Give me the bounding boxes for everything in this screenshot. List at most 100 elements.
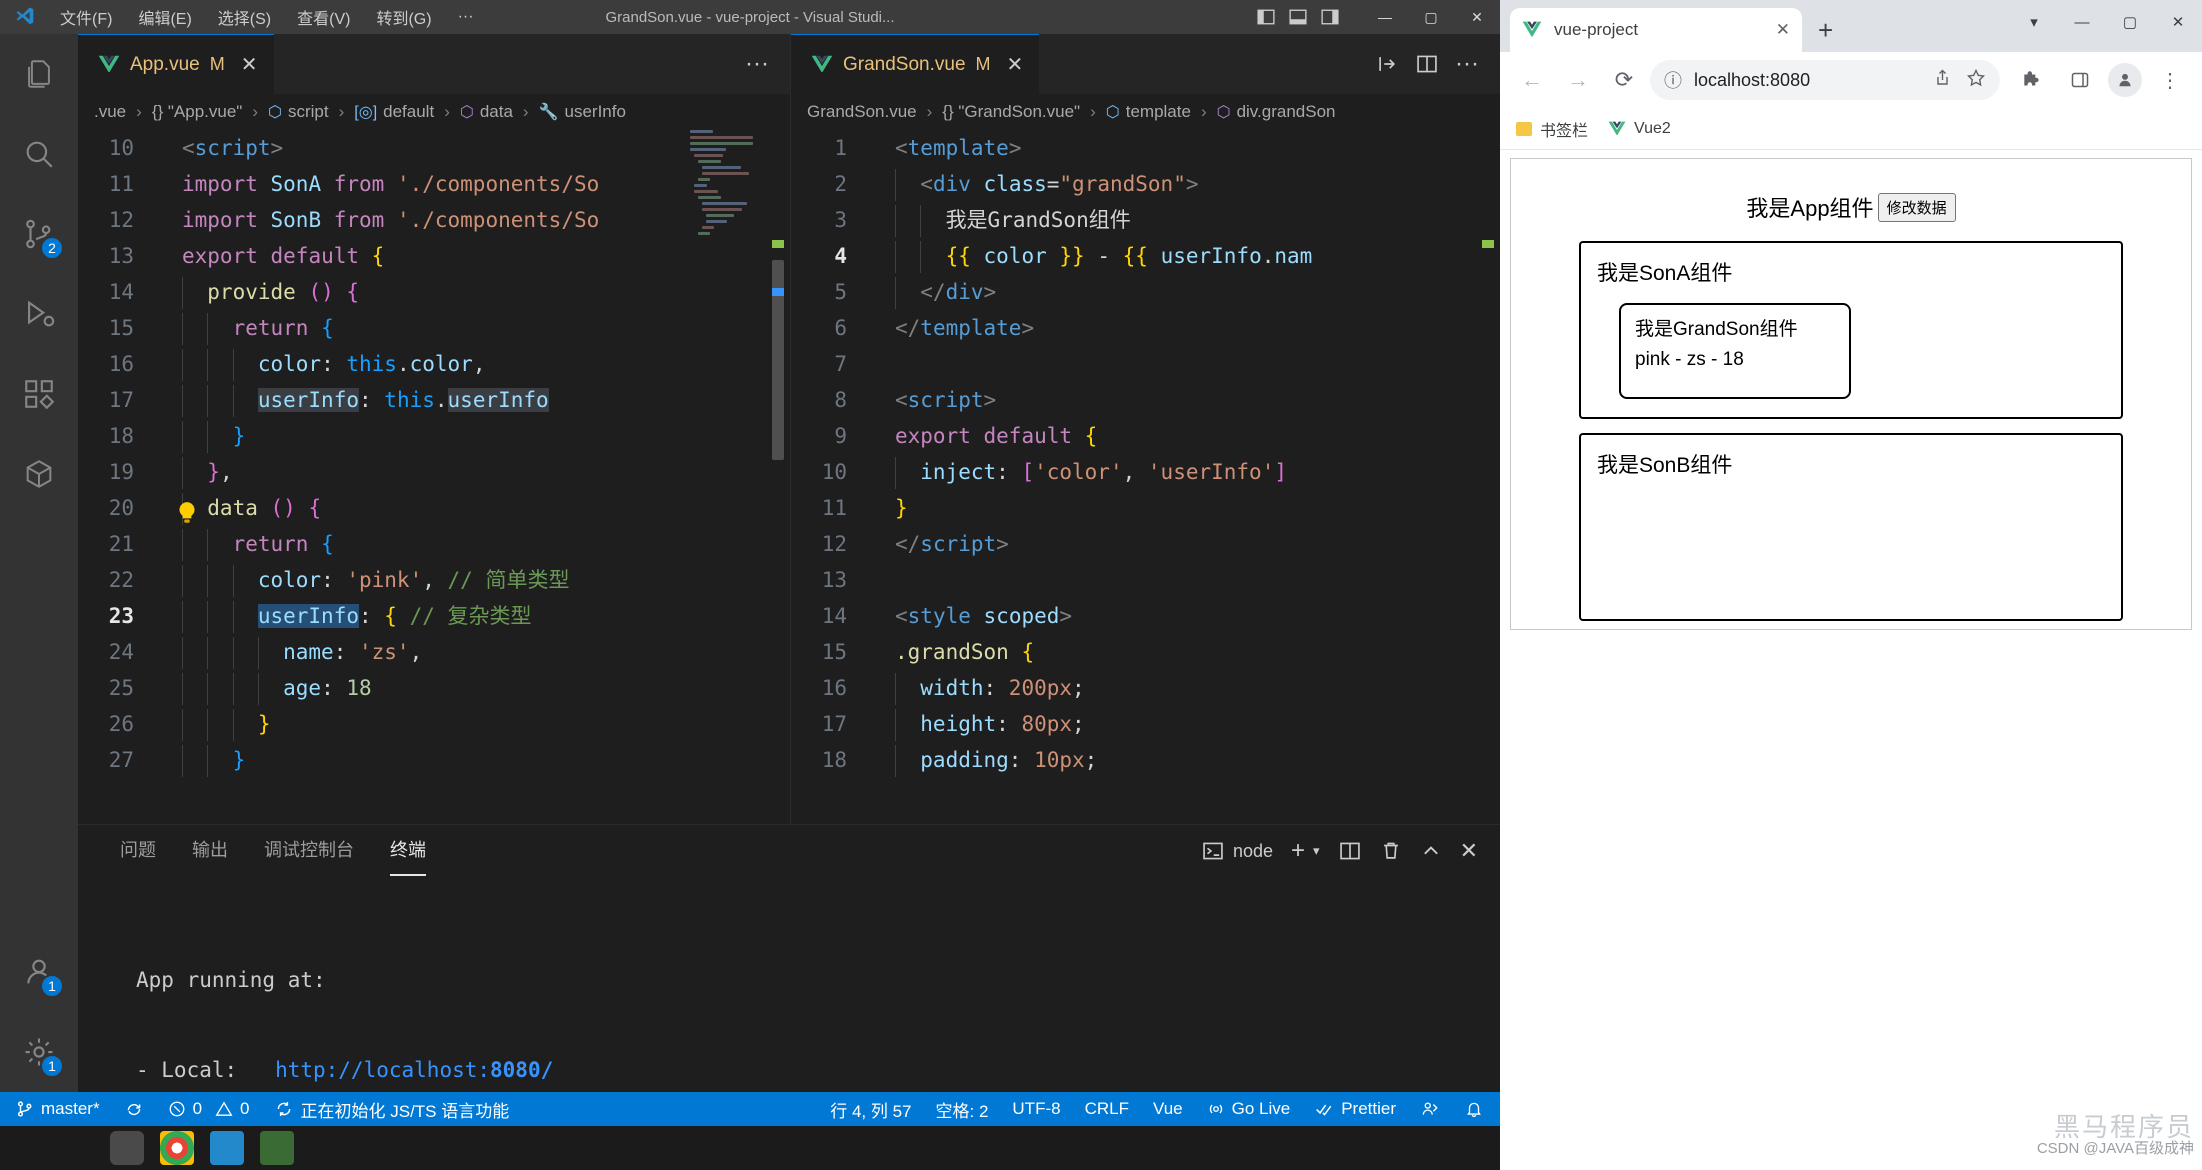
window-minimize-button[interactable]: — xyxy=(1362,0,1408,34)
split-editor-vertical-icon[interactable] xyxy=(1372,49,1402,79)
forward-button[interactable]: → xyxy=(1558,60,1598,100)
code-line[interactable]: 17 userInfo: this.userInfo xyxy=(78,382,790,418)
breadcrumb-file[interactable]: GrandSon.vue xyxy=(807,102,917,122)
menu-go[interactable]: 转到(G) xyxy=(364,2,443,32)
code-line[interactable]: 12 </script> xyxy=(791,526,1500,562)
code-line[interactable]: 17 height: 80px; xyxy=(791,706,1500,742)
panel-close-button[interactable]: ✕ xyxy=(1460,838,1478,864)
code-line[interactable]: 12 import SonB from './components/So xyxy=(78,202,790,238)
terminal-new-button[interactable]: + ▾ xyxy=(1291,837,1320,865)
browser-menu-icon[interactable]: ⋮ xyxy=(2150,60,2190,100)
browser-minimize-button[interactable]: — xyxy=(2058,0,2106,44)
browser-tab-vue-project[interactable]: vue-project ✕ xyxy=(1510,8,1802,52)
activity-extensions[interactable] xyxy=(0,354,78,434)
tab-close-icon[interactable]: ✕ xyxy=(241,55,258,75)
browser-maximize-button[interactable]: ▢ xyxy=(2106,0,2154,44)
side-panel-icon[interactable] xyxy=(2060,60,2100,100)
breadcrumb-symbol-root[interactable]: {} "GrandSon.vue" xyxy=(942,102,1080,122)
breadcrumb-symbol-root[interactable]: {} "App.vue" xyxy=(152,102,243,122)
bookmark-vue2[interactable]: Vue2 xyxy=(1608,120,1671,138)
code-line[interactable]: 21 return { xyxy=(78,526,790,562)
code-editor-grandson-vue[interactable]: 1 <template> 2 <div class="grandSon"> 3 我是Gra… xyxy=(791,130,1500,824)
breadcrumb-data[interactable]: data xyxy=(480,102,513,122)
code-line[interactable]: 19}, xyxy=(78,454,790,490)
panel-collapse-button[interactable] xyxy=(1420,840,1442,862)
scrollbar-left[interactable] xyxy=(770,130,786,824)
breadcrumb-left[interactable]: .vue › {} "App.vue" › ⬡ script › [◎] def… xyxy=(78,94,790,130)
profile-avatar-icon[interactable] xyxy=(2108,63,2142,97)
toggle-primary-sidebar-icon[interactable] xyxy=(1252,5,1280,29)
chevron-down-icon[interactable]: ▾ xyxy=(1313,843,1320,859)
code-line[interactable]: 15 .grandSon { xyxy=(791,634,1500,670)
status-language-mode[interactable]: Vue xyxy=(1141,1092,1195,1126)
code-line[interactable]: 14 provide () { xyxy=(78,274,790,310)
taskbar-app-icon[interactable] xyxy=(260,1131,294,1165)
panel-tab-output[interactable]: 输出 xyxy=(192,836,228,866)
activity-source-control[interactable]: 2 xyxy=(0,194,78,274)
activity-settings[interactable]: 1 xyxy=(0,1012,78,1092)
menu-more[interactable]: ··· xyxy=(446,5,486,29)
code-line[interactable]: 3 我是GrandSon组件 xyxy=(791,202,1500,238)
code-line[interactable]: 27} xyxy=(78,742,790,778)
toggle-panel-icon[interactable] xyxy=(1284,5,1312,29)
breadcrumb-template[interactable]: template xyxy=(1126,102,1191,122)
code-line[interactable]: 9 export default { xyxy=(791,418,1500,454)
breadcrumb-default[interactable]: default xyxy=(383,102,434,122)
modify-data-button[interactable]: 修改数据 xyxy=(1877,192,1956,222)
status-encoding[interactable]: UTF-8 xyxy=(1000,1092,1072,1126)
reload-button[interactable]: ⟳ xyxy=(1604,60,1644,100)
menu-file[interactable]: 文件(F) xyxy=(48,2,124,32)
status-problems[interactable]: 0 0 xyxy=(156,1092,262,1126)
status-cursor-position[interactable]: 行 4, 列 57 xyxy=(818,1092,923,1126)
code-line[interactable]: 10 inject: ['color', 'userInfo'] xyxy=(791,454,1500,490)
terminal-shell-selector[interactable]: node xyxy=(1201,840,1273,862)
activity-remote-explorer[interactable] xyxy=(0,434,78,514)
status-prettier[interactable]: Prettier xyxy=(1302,1092,1408,1126)
browser-tab-close-icon[interactable]: ✕ xyxy=(1776,20,1790,40)
browser-close-button[interactable]: ✕ xyxy=(2154,0,2202,44)
menu-view[interactable]: 查看(V) xyxy=(285,2,362,32)
code-line[interactable]: 16 color: this.color, xyxy=(78,346,790,382)
status-indentation[interactable]: 空格: 2 xyxy=(924,1092,1001,1126)
breadcrumb-right[interactable]: GrandSon.vue › {} "GrandSon.vue" › ⬡ tem… xyxy=(791,94,1500,130)
terminal-split-button[interactable] xyxy=(1338,840,1362,862)
activity-accounts[interactable]: 1 xyxy=(0,932,78,1012)
vscode-menubar[interactable]: 文件(F) 编辑(E) 选择(S) 查看(V) 转到(G) ··· xyxy=(48,2,486,32)
tab-grandson-vue[interactable]: GrandSon.vue M ✕ xyxy=(791,34,1040,94)
status-sync-icon[interactable] xyxy=(112,1092,156,1126)
code-line[interactable]: 11} xyxy=(791,490,1500,526)
activity-run-debug[interactable] xyxy=(0,274,78,354)
browser-new-tab-button[interactable]: + xyxy=(1818,15,1833,46)
terminal-kill-button[interactable] xyxy=(1380,840,1402,862)
code-line[interactable]: 1 <template> xyxy=(791,130,1500,166)
bookmark-star-icon[interactable] xyxy=(1966,68,1986,93)
breadcrumb-script[interactable]: script xyxy=(288,102,329,122)
code-line[interactable]: 2 <div class="grandSon"> xyxy=(791,166,1500,202)
menu-selection[interactable]: 选择(S) xyxy=(206,2,283,32)
code-line[interactable]: 11 import SonA from './components/So xyxy=(78,166,790,202)
lightbulb-quickfix-icon[interactable] xyxy=(174,500,200,526)
code-line[interactable]: 15 return { xyxy=(78,310,790,346)
scrollbar-right[interactable] xyxy=(1480,130,1496,824)
taskbar-vscode-icon[interactable] xyxy=(210,1131,244,1165)
code-line[interactable]: 4 {{ color }} - {{ userInfo.nam xyxy=(791,238,1500,274)
editor-more-actions-icon[interactable]: ··· xyxy=(1452,49,1482,79)
activity-search[interactable] xyxy=(0,114,78,194)
code-line[interactable]: 5 </div> xyxy=(791,274,1500,310)
terminal-local-url[interactable]: http://localhost: xyxy=(275,1058,490,1082)
status-task[interactable]: 正在初始化 JS/TS 语言功能 xyxy=(262,1092,522,1126)
code-line[interactable]: 8 <script> xyxy=(791,382,1500,418)
activity-explorer[interactable] xyxy=(0,34,78,114)
breadcrumb-div-grandson[interactable]: div.grandSon xyxy=(1237,102,1336,122)
code-line[interactable]: 26} xyxy=(78,706,790,742)
code-line[interactable]: 22 color: 'pink', // 简单类型 xyxy=(78,562,790,598)
code-line[interactable]: 23 userInfo: { // 复杂类型 xyxy=(78,598,790,634)
status-branch[interactable]: master* xyxy=(4,1092,112,1126)
taskbar-chrome-icon[interactable] xyxy=(160,1131,194,1165)
tab-close-icon[interactable]: ✕ xyxy=(1007,55,1024,75)
window-maximize-button[interactable]: ▢ xyxy=(1408,0,1454,34)
window-close-button[interactable]: ✕ xyxy=(1454,0,1500,34)
browser-tab-search-icon[interactable]: ▾ xyxy=(2010,0,2058,44)
status-go-live[interactable]: Go Live xyxy=(1195,1092,1303,1126)
tab-app-vue[interactable]: App.vue M ✕ xyxy=(78,34,274,94)
